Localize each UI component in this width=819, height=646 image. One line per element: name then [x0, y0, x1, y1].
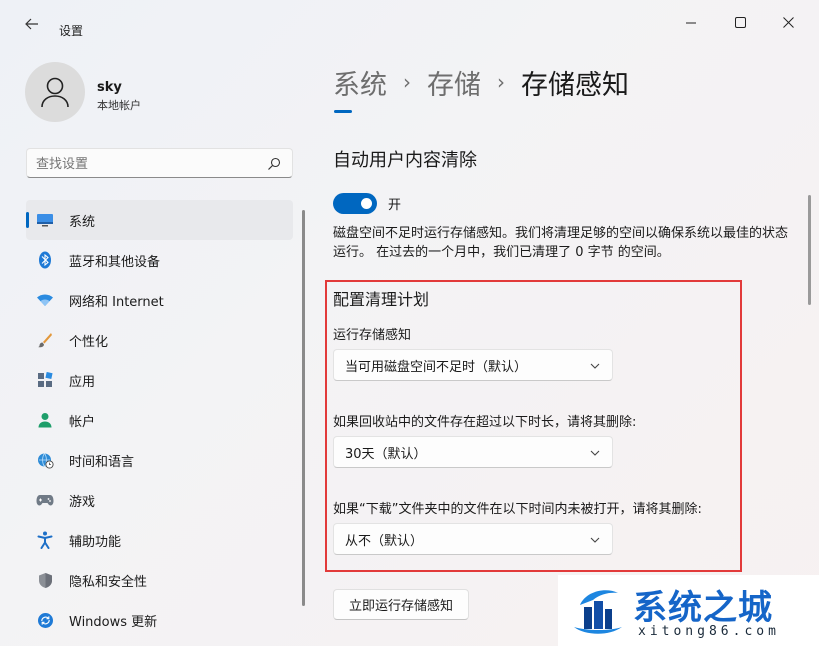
sidebar-item-label: 网络和 Internet — [69, 294, 164, 310]
sidebar-item-time-language[interactable]: 时间和语言 — [26, 440, 293, 480]
person-icon — [41, 77, 69, 108]
sidebar-item-apps[interactable]: 应用 — [26, 360, 293, 400]
profile-account-type: 本地帐户 — [97, 99, 141, 112]
sidebar-item-label: Windows 更新 — [69, 614, 158, 630]
main-scrollbar[interactable] — [808, 195, 811, 305]
sidebar-item-gaming[interactable]: 游戏 — [26, 480, 293, 520]
sidebar-item-label: 蓝牙和其他设备 — [69, 254, 161, 270]
schedule-title: 配置清理计划 — [333, 290, 430, 309]
breadcrumb-separator-icon: › — [497, 70, 505, 94]
toggle-label: 开 — [388, 198, 402, 213]
close-button[interactable] — [765, 8, 811, 36]
close-icon — [782, 16, 794, 28]
watermark-logo-icon — [574, 590, 622, 634]
search-icon[interactable] — [266, 156, 282, 172]
search-box[interactable] — [26, 148, 293, 178]
sidebar-item-label: 时间和语言 — [69, 454, 135, 470]
run-storage-sense-label: 运行存储感知 — [333, 328, 412, 343]
brush-icon — [36, 331, 54, 349]
downloads-dropdown[interactable]: 从不（默认） — [333, 523, 613, 555]
run-storage-sense-dropdown[interactable]: 当可用磁盘空间不足时（默认） — [333, 349, 613, 381]
page-title: 存储感知 — [521, 69, 629, 101]
dropdown-value: 从不（默认） — [345, 533, 424, 549]
accessibility-icon — [36, 531, 54, 549]
sidebar-item-accessibility[interactable]: 辅助功能 — [26, 520, 293, 560]
sidebar-item-network[interactable]: 网络和 Internet — [26, 280, 293, 320]
settings-window: 设置 sky 本地帐户 系统 蓝牙和其他设备 网络和 Internet — [0, 0, 819, 646]
sidebar-scrollbar[interactable] — [302, 210, 305, 606]
sidebar-item-accounts[interactable]: 帐户 — [26, 400, 293, 440]
sidebar-nav: 系统 蓝牙和其他设备 网络和 Internet 个性化 应用 帐户 时间和语言 — [26, 200, 293, 640]
sidebar-item-label: 帐户 — [69, 414, 96, 430]
update-icon — [36, 611, 54, 629]
maximize-button[interactable] — [717, 8, 763, 36]
sidebar-item-windows-update[interactable]: Windows 更新 — [26, 600, 293, 640]
breadcrumb-separator-icon: › — [403, 70, 411, 94]
display-icon — [36, 211, 54, 229]
dropdown-value: 30天（默认） — [345, 446, 427, 462]
breadcrumb-storage[interactable]: 存储 — [427, 63, 481, 102]
recycle-bin-label: 如果回收站中的文件存在超过以下时长，请将其删除: — [333, 415, 637, 430]
chevron-down-icon — [590, 363, 600, 369]
toggle-knob — [361, 198, 372, 209]
avatar[interactable] — [25, 62, 85, 122]
wifi-icon — [36, 291, 54, 309]
shield-icon — [36, 571, 54, 589]
sidebar-item-label: 应用 — [69, 374, 96, 390]
bluetooth-icon — [36, 251, 54, 269]
dropdown-value: 当可用磁盘空间不足时（默认） — [345, 359, 528, 375]
watermark: 系统之城 xitong86.com — [558, 575, 819, 646]
breadcrumb-system[interactable]: 系统 — [333, 63, 387, 102]
gamepad-icon — [36, 491, 54, 509]
apps-icon — [36, 371, 54, 389]
minimize-button[interactable] — [668, 8, 714, 36]
watermark-subtitle: xitong86.com — [638, 624, 780, 639]
sidebar-item-system[interactable]: 系统 — [26, 200, 293, 240]
profile-name: sky — [97, 80, 122, 95]
watermark-title: 系统之城 — [633, 588, 773, 628]
storage-sense-toggle[interactable] — [333, 193, 377, 214]
minimize-icon — [685, 22, 696, 23]
sidebar-item-bluetooth[interactable]: 蓝牙和其他设备 — [26, 240, 293, 280]
sidebar-item-privacy[interactable]: 隐私和安全性 — [26, 560, 293, 600]
chevron-down-icon — [590, 450, 600, 456]
title-bar: 设置 — [0, 0, 819, 44]
breadcrumb: 系统 › 存储 › 存储感知 — [333, 62, 629, 102]
sidebar-item-label: 个性化 — [69, 334, 109, 350]
sidebar-item-label: 游戏 — [69, 494, 96, 510]
downloads-label: 如果“下载”文件夹中的文件在以下时间内未被打开，请将其删除: — [333, 502, 702, 517]
person-icon — [36, 411, 54, 429]
sidebar-item-label: 辅助功能 — [69, 534, 122, 550]
description-text: 磁盘空间不足时运行存储感知。我们将清理足够的空间以确保系统以最佳的状态运行。 在… — [333, 226, 789, 260]
arrow-left-icon — [25, 18, 38, 30]
app-title: 设置 — [59, 24, 84, 38]
scrolled-content-edge — [334, 110, 352, 113]
globe-clock-icon — [36, 451, 54, 469]
search-input[interactable] — [36, 154, 256, 174]
sidebar-item-personalization[interactable]: 个性化 — [26, 320, 293, 360]
recycle-bin-dropdown[interactable]: 30天（默认） — [333, 436, 613, 468]
sidebar-item-label: 系统 — [69, 214, 96, 230]
run-storage-sense-now-button[interactable]: 立即运行存储感知 — [333, 589, 469, 620]
chevron-down-icon — [590, 537, 600, 543]
maximize-icon — [734, 16, 746, 28]
sidebar-item-label: 隐私和安全性 — [69, 574, 148, 590]
section-title: 自动用户内容清除 — [333, 150, 477, 171]
back-button[interactable] — [18, 14, 46, 34]
